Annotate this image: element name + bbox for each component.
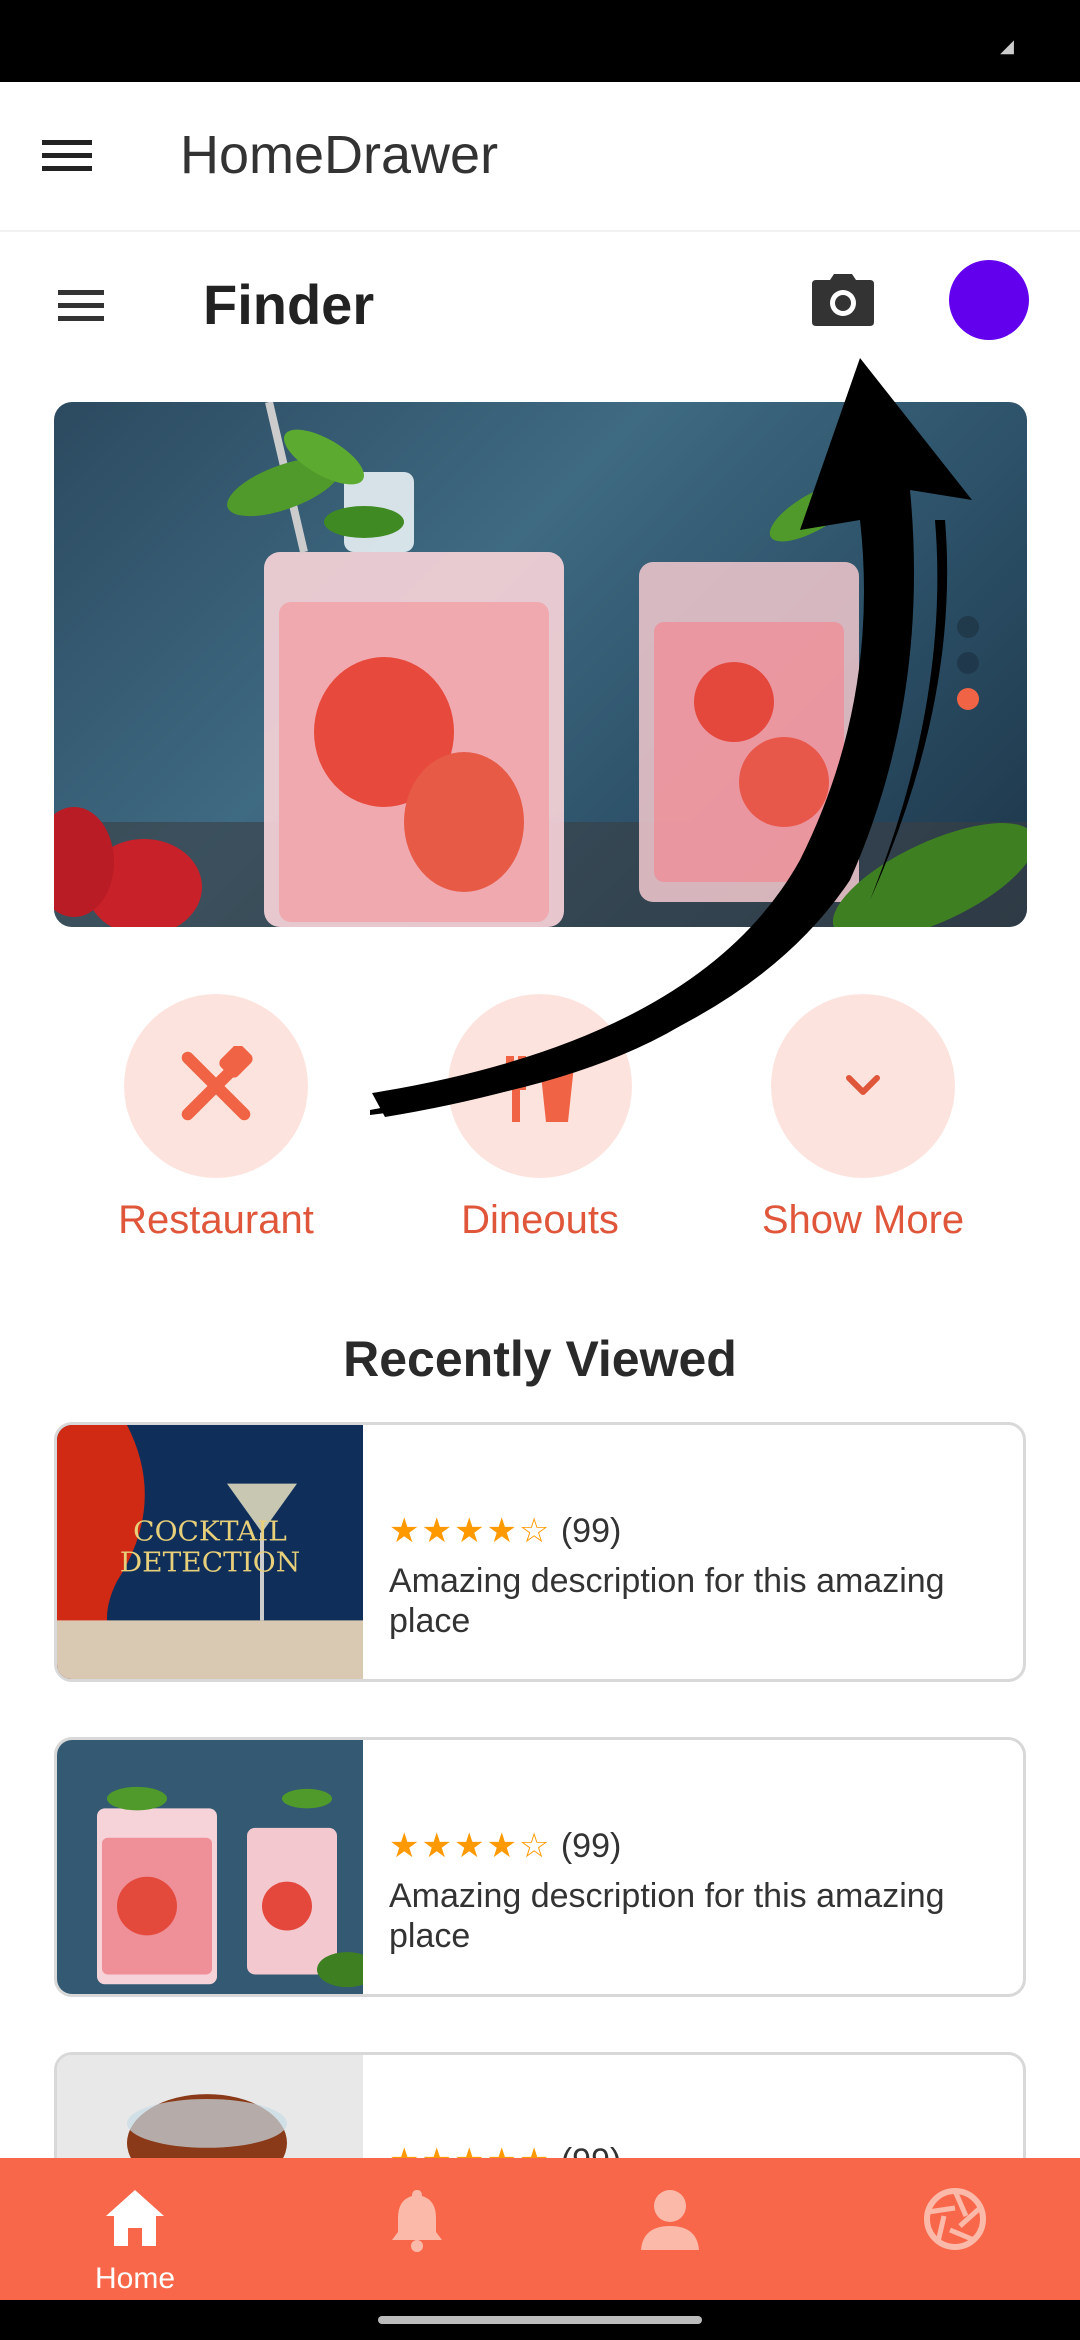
cocktail-thumbnail-image: COCKTAIL DETECTION	[57, 1425, 363, 1679]
dine-icon	[506, 1056, 574, 1122]
gesture-handle[interactable]	[378, 2316, 702, 2324]
fork-knife-icon	[181, 1046, 253, 1121]
home-icon	[106, 2190, 164, 2246]
nav-profile[interactable]	[535, 2158, 805, 2300]
system-gesture-bar	[0, 2300, 1080, 2340]
carousel-indicators	[957, 616, 981, 724]
bell-icon	[392, 2190, 442, 2252]
finder-toolbar: Finder	[0, 232, 1080, 382]
avatar[interactable]	[949, 260, 1029, 340]
bottom-navigation: Home	[0, 2158, 1080, 2300]
rating: ★★★★☆ (99)	[389, 1511, 621, 1551]
banner-carousel[interactable]	[54, 402, 1027, 927]
hamburger-menu-icon[interactable]	[42, 138, 92, 174]
cocktail-banner-image	[54, 402, 1027, 927]
category-label: Restaurant	[118, 1198, 314, 1242]
carousel-dot-active[interactable]	[957, 688, 979, 710]
camera-icon[interactable]	[812, 274, 874, 326]
rating: ★★★★☆ (99)	[389, 1826, 621, 1866]
aperture-icon	[924, 2188, 986, 2250]
nav-camera-aperture[interactable]	[820, 2158, 1080, 2300]
cocktail-thumbnail-image	[57, 1740, 363, 1994]
chevron-down-icon	[846, 1075, 880, 1095]
category-dineouts[interactable]: Dineouts	[445, 994, 635, 1243]
nav-notifications[interactable]	[282, 2158, 552, 2300]
thumbnail-text: COCKTAIL DETECTION	[120, 1515, 300, 1579]
review-count: (99)	[560, 1512, 622, 1550]
nav-home[interactable]: Home	[0, 2158, 270, 2300]
signal-icon: ◢	[1000, 36, 1014, 56]
category-circle[interactable]	[448, 994, 632, 1178]
item-description: Amazing description for this amazing pla…	[389, 1877, 945, 1955]
carousel-dot[interactable]	[957, 616, 979, 638]
recent-item-card[interactable]: COCKTAIL DETECTION ★★★★☆ (99) Amazing des…	[54, 1422, 1026, 1682]
person-icon	[641, 2190, 699, 2250]
category-label: Dineouts	[461, 1198, 619, 1242]
carousel-dot[interactable]	[957, 652, 979, 674]
star-rating-icon: ★★★★☆	[389, 1826, 552, 1866]
category-circle[interactable]	[771, 994, 955, 1178]
status-bar: ◢	[0, 0, 1080, 82]
star-rating-icon: ★★★★☆	[389, 1511, 552, 1551]
review-count: (99)	[560, 1827, 622, 1865]
recent-item-card[interactable]: ★★★★☆ (99) Amazing description for this …	[54, 1737, 1026, 1997]
category-show-more[interactable]: Show More	[762, 994, 964, 1243]
section-title: Recently Viewed	[343, 1331, 737, 1387]
item-description: Amazing description for this amazing pla…	[389, 1562, 945, 1640]
page-title: Finder	[203, 273, 375, 336]
category-circle[interactable]	[124, 994, 308, 1178]
app-title: HomeDrawer	[180, 125, 499, 185]
category-label: Show More	[761, 1198, 965, 1242]
app-bar: HomeDrawer	[0, 82, 1080, 232]
finder-menu-icon[interactable]	[58, 288, 104, 324]
nav-home-label: Home	[94, 2262, 176, 2295]
category-restaurant[interactable]: Restaurant	[118, 994, 314, 1243]
